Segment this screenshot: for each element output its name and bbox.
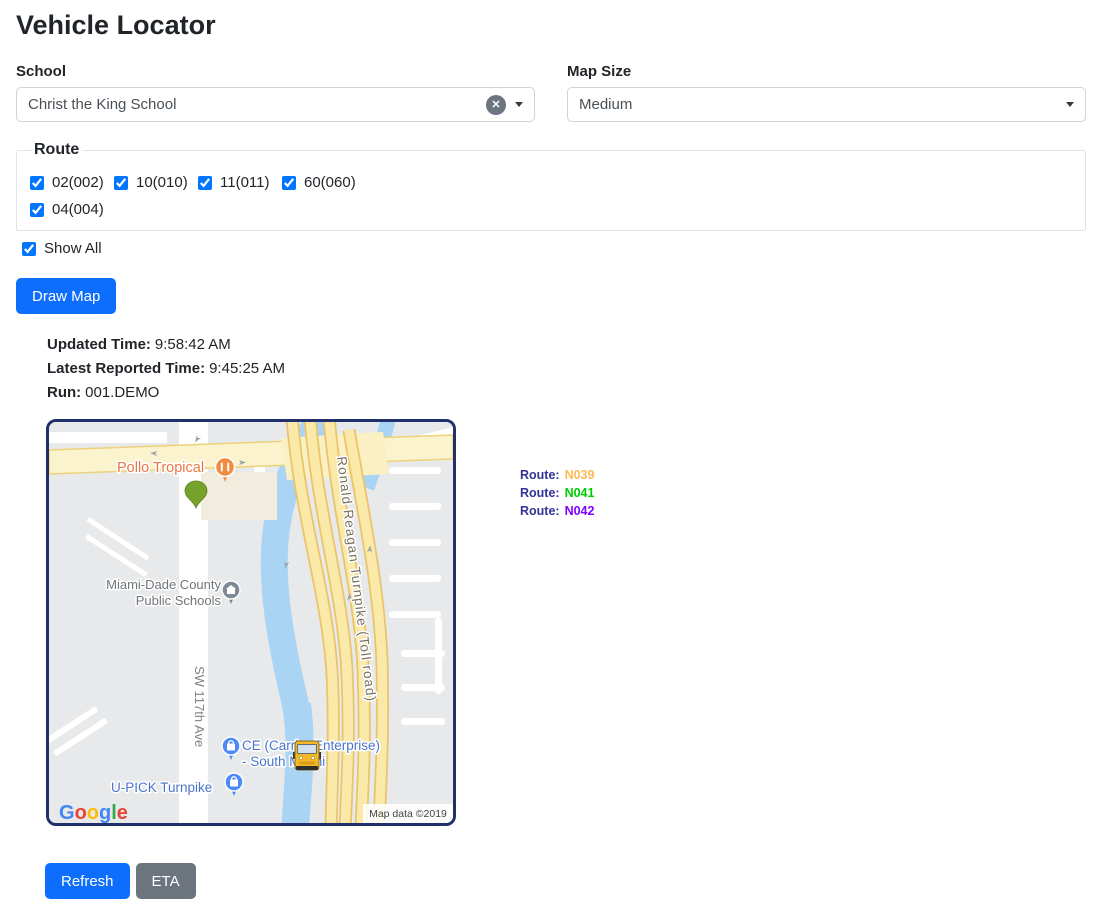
route-option-60[interactable]: 60(060) — [282, 174, 366, 191]
route-option-label: 60(060) — [304, 174, 356, 191]
route-fieldset: Route 02(002) 10(010) 11(011) 60(060) 04… — [16, 141, 1086, 231]
updated-time-label: Updated Time: — [47, 336, 151, 353]
legend-route-value: N042 — [565, 504, 595, 518]
school-value: Christ the King School — [28, 96, 486, 113]
map-container[interactable]: Pollo Tropical Miami-Dade County Public … — [46, 419, 456, 826]
updated-time-line: Updated Time:9:58:42 AM — [47, 333, 1086, 357]
map-label-mdcps-line1: Miami-Dade County — [106, 577, 221, 592]
route-option-04[interactable]: 04(004) — [30, 201, 114, 218]
show-all-label: Show All — [44, 240, 102, 257]
school-bus-icon[interactable] — [293, 741, 321, 770]
clear-icon[interactable]: ✕ — [486, 95, 506, 115]
updated-time-value: 9:58:42 AM — [155, 336, 231, 353]
route-checkbox-row-2: 04(004) — [30, 201, 1073, 218]
legend-route-label: Route: — [520, 504, 560, 518]
route-option-11[interactable]: 11(011) — [198, 174, 282, 191]
show-all-toggle[interactable]: Show All — [22, 240, 1086, 257]
route-option-10[interactable]: 10(010) — [114, 174, 198, 191]
route-checkbox-row-1: 02(002) 10(010) 11(011) 60(060) — [30, 174, 1073, 191]
route-option-label: 02(002) — [52, 174, 104, 191]
eta-button[interactable]: ETA — [136, 863, 196, 899]
school-select[interactable]: Christ the King School ✕ — [16, 87, 535, 122]
route-option-02[interactable]: 02(002) — [30, 174, 114, 191]
map-label-sw117: SW 117th Ave — [192, 666, 207, 747]
legend-row: Route: N042 — [520, 502, 594, 520]
school-label: School — [16, 63, 535, 80]
legend-route-value: N041 — [565, 486, 595, 500]
legend-route-label: Route: — [520, 486, 560, 500]
route-checkbox[interactable] — [30, 176, 44, 190]
route-checkbox[interactable] — [282, 176, 296, 190]
show-all-checkbox[interactable] — [22, 242, 36, 256]
selector-row: School Christ the King School ✕ Map Size… — [16, 63, 1086, 122]
draw-map-button[interactable]: Draw Map — [16, 278, 116, 314]
page-title: Vehicle Locator — [16, 10, 1086, 41]
route-option-label: 04(004) — [52, 201, 104, 218]
map-size-field: Map Size Medium — [567, 63, 1086, 122]
run-value: 001.DEMO — [85, 384, 159, 401]
legend-row: Route: N041 — [520, 484, 594, 502]
google-map[interactable]: Pollo Tropical Miami-Dade County Public … — [49, 422, 453, 823]
route-checkbox[interactable] — [30, 203, 44, 217]
route-option-label: 10(010) — [136, 174, 188, 191]
reported-time-value: 9:45:25 AM — [209, 360, 285, 377]
reported-time-label: Latest Reported Time: — [47, 360, 205, 377]
google-logo[interactable]: Google — [59, 802, 128, 823]
status-block: Updated Time:9:58:42 AM Latest Reported … — [47, 333, 1086, 405]
refresh-button[interactable]: Refresh — [45, 863, 130, 899]
school-field: School Christ the King School ✕ — [16, 63, 535, 122]
chevron-down-icon — [1066, 102, 1074, 107]
building-block — [201, 472, 277, 520]
map-size-label: Map Size — [567, 63, 1086, 80]
legend-route-value: N039 — [565, 468, 595, 482]
route-checkbox[interactable] — [114, 176, 128, 190]
route-option-label: 11(011) — [220, 174, 269, 191]
run-line: Run:001.DEMO — [47, 381, 1086, 405]
map-attribution: Map data ©2019 — [369, 808, 447, 820]
map-size-value: Medium — [579, 96, 632, 113]
reported-time-line: Latest Reported Time:9:45:25 AM — [47, 357, 1086, 381]
run-label: Run: — [47, 384, 81, 401]
route-legend-title: Route — [32, 141, 83, 159]
legend-route-label: Route: — [520, 468, 560, 482]
map-label-upick: U-PICK Turnpike — [111, 780, 212, 795]
route-color-legend: Route: N039 Route: N041 Route: N042 — [520, 466, 594, 520]
map-label-mdcps-line2: Public Schools — [136, 593, 222, 608]
chevron-down-icon[interactable] — [515, 102, 523, 107]
map-label-pollo-tropical: Pollo Tropical — [117, 460, 204, 476]
legend-row: Route: N039 — [520, 466, 594, 484]
map-size-select[interactable]: Medium — [567, 87, 1086, 122]
route-checkbox[interactable] — [198, 176, 212, 190]
